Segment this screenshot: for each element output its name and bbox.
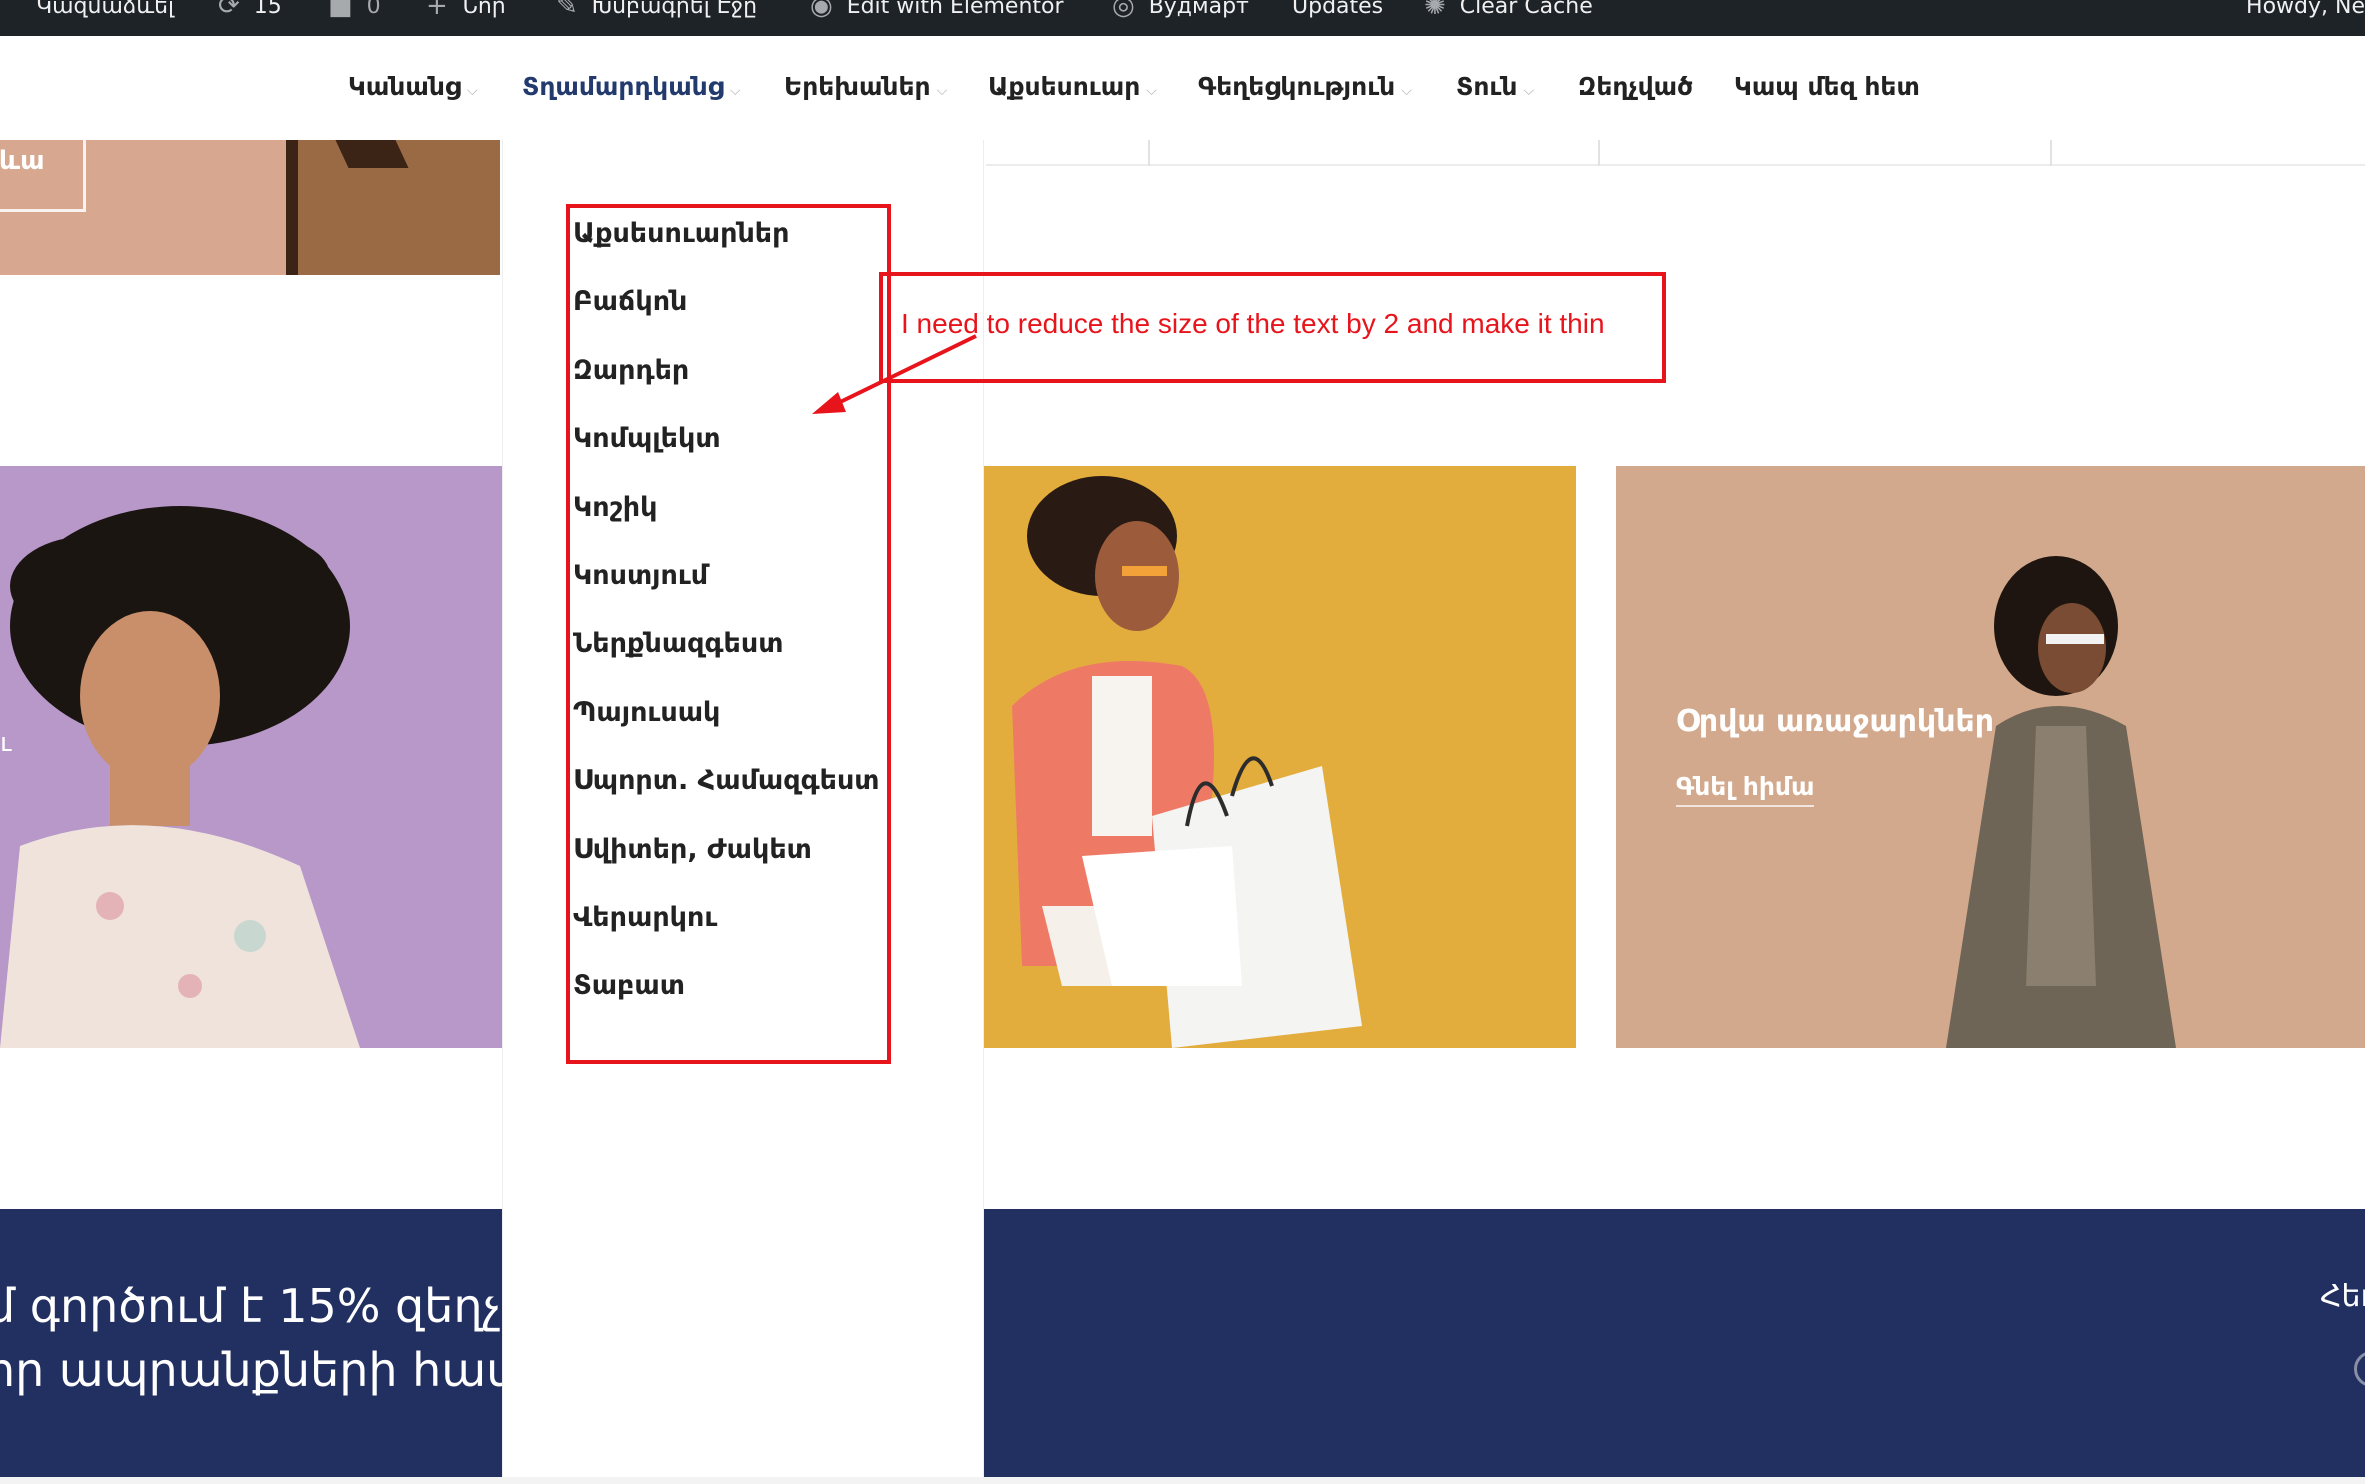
discount-banner-line-2: որ ապրանքների համա bbox=[0, 1343, 561, 1397]
admin-updates-text-link[interactable]: Updates bbox=[1292, 0, 1383, 24]
admin-clear-cache-label: Clear Cache bbox=[1459, 0, 1593, 19]
woman-coat-image bbox=[1616, 466, 2365, 1048]
admin-howdy-label: Howdy, Ne bbox=[2246, 0, 2365, 19]
nav-item-label: Երեխաներ bbox=[784, 72, 931, 101]
banner-divider bbox=[2050, 140, 2052, 166]
hero-left-image bbox=[286, 140, 500, 275]
cheetah-icon: ✺ bbox=[1424, 0, 1446, 21]
slider-dot[interactable] bbox=[2354, 1351, 2365, 1387]
chevron-down-icon: ⌵ bbox=[1146, 83, 1157, 99]
admin-edit-page-label: Խմբագրել Էջը bbox=[591, 0, 758, 19]
admin-updates-label: Updates bbox=[1292, 0, 1384, 19]
admin-new-label: Նոր bbox=[461, 0, 506, 19]
admin-elementor-link[interactable]: ◉ Edit with Elementor bbox=[810, 0, 1064, 24]
promo-card-1[interactable]: ւ bbox=[0, 466, 502, 1048]
admin-site-link[interactable]: ◎ Вудмарт bbox=[1112, 0, 1249, 24]
woman-shopping-image bbox=[982, 466, 1576, 1048]
card-1-title-partial: ւ bbox=[0, 728, 12, 758]
site-icon: ◎ bbox=[1112, 0, 1135, 21]
nav-item-kids[interactable]: Երեխաներ ⌵ bbox=[784, 72, 947, 101]
admin-updates-link[interactable]: ⟳ 15 bbox=[218, 0, 282, 24]
nav-item-women[interactable]: Կանանց ⌵ bbox=[348, 72, 478, 101]
nav-item-men[interactable]: Տղամարդկանց ⌵ bbox=[522, 72, 740, 101]
nav-item-label: Կապ մեզ հետ bbox=[1734, 72, 1920, 101]
elementor-icon: ◉ bbox=[810, 0, 833, 21]
comment-icon: ■ bbox=[328, 0, 353, 21]
card-3-title: Օրվա առաջարկներ bbox=[1676, 704, 1995, 739]
chevron-down-icon: ⌵ bbox=[466, 83, 478, 99]
hero-left-button[interactable]: ևա bbox=[0, 140, 86, 212]
bag-strap-shape bbox=[286, 140, 298, 275]
nav-item-contact[interactable]: Կապ մեզ հետ bbox=[1734, 72, 1920, 101]
discount-banner-right-text: Հեւ bbox=[2320, 1279, 2365, 1314]
admin-comments-link[interactable]: ■ 0 bbox=[328, 0, 381, 24]
banner-divider bbox=[1598, 140, 1600, 166]
nav-item-accessories[interactable]: Աքսեսուար ⌵ bbox=[988, 72, 1157, 101]
nav-item-label: Կանանց bbox=[348, 72, 461, 101]
discount-banner-line-1: մ գործում է 15% զեղչ bbox=[0, 1279, 502, 1333]
chevron-down-icon: ⌵ bbox=[729, 83, 741, 99]
nav-item-label: Տուն bbox=[1456, 72, 1518, 101]
bag-strap-shape bbox=[335, 140, 409, 168]
banner-divider bbox=[986, 164, 2365, 166]
chevron-down-icon: ⌵ bbox=[1523, 83, 1535, 99]
nav-item-beauty[interactable]: Գեղեցկություն ⌵ bbox=[1198, 72, 1412, 101]
chevron-down-icon: ⌵ bbox=[936, 83, 948, 99]
banner-divider bbox=[1148, 140, 1150, 166]
chevron-down-icon: ⌵ bbox=[1401, 83, 1412, 99]
promo-card-2[interactable] bbox=[982, 466, 1576, 1048]
nav-item-sale[interactable]: Զեղչված bbox=[1578, 72, 1693, 101]
pencil-icon: ✎ bbox=[556, 0, 578, 21]
comments-count: 0 bbox=[366, 0, 381, 19]
admin-howdy-link[interactable]: Howdy, Ne bbox=[2246, 0, 2365, 24]
woman-hair-image bbox=[0, 466, 502, 1048]
admin-clear-cache-link[interactable]: ✺ Clear Cache bbox=[1424, 0, 1593, 24]
annotation-highlight-box bbox=[566, 204, 891, 1064]
annotation-note-text: I need to reduce the size of the text by… bbox=[901, 308, 1605, 339]
nav-item-label: Զեղչված bbox=[1578, 72, 1694, 101]
refresh-icon: ⟳ bbox=[218, 0, 240, 21]
page-bottom-strip bbox=[0, 1477, 2365, 1484]
hero-left-button-label: ևա bbox=[0, 146, 45, 176]
admin-bar: Կազմաձևել ⟳ 15 ■ 0 + Նոր ✎ Խմբագրել Էջը ◉ Edi… bbox=[0, 0, 2365, 36]
admin-new-link[interactable]: + Նոր bbox=[426, 0, 506, 24]
nav-item-label: Գեղեցկություն bbox=[1198, 72, 1396, 101]
updates-count: 15 bbox=[253, 0, 282, 19]
admin-elementor-label: Edit with Elementor bbox=[846, 0, 1064, 19]
admin-site-label: Вудмарт bbox=[1148, 0, 1249, 19]
admin-customize-link[interactable]: Կազմաձևել bbox=[36, 0, 174, 24]
admin-edit-page-link[interactable]: ✎ Խմբագրել Էջը bbox=[556, 0, 757, 24]
nav-item-home[interactable]: Տուն ⌵ bbox=[1456, 72, 1534, 101]
plus-icon: + bbox=[426, 0, 448, 21]
nav-item-label: Աքսեսուար bbox=[988, 72, 1141, 101]
card-3-shop-now-link[interactable]: Գնել հիմա bbox=[1676, 772, 1815, 807]
promo-card-3[interactable]: Օրվա առաջարկներ Գնել հիմա bbox=[1616, 466, 2365, 1048]
hero-banner-left: ևա bbox=[0, 140, 500, 275]
admin-customize-label: Կազմաձևել bbox=[36, 0, 175, 19]
discount-banner: մ գործում է 15% զեղչ որ ապրանքների համա … bbox=[0, 1209, 2365, 1477]
nav-item-label: Տղամարդկանց bbox=[522, 72, 724, 101]
